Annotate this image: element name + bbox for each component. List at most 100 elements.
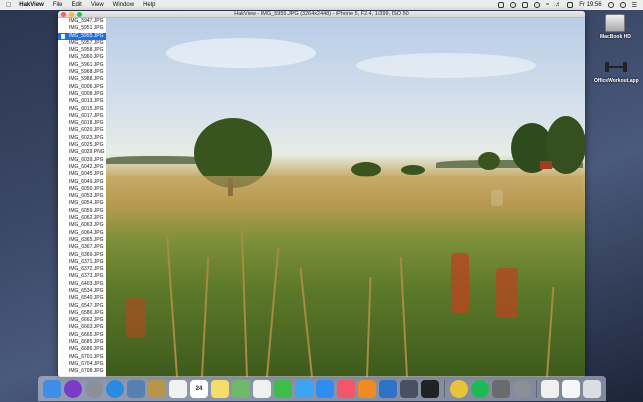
chrome-icon[interactable] — [449, 379, 468, 398]
file-list-item[interactable]: IMG_6023.JPG — [58, 135, 106, 142]
file-list-item[interactable]: IMG_6050.JPG — [58, 186, 106, 193]
calendar-icon[interactable]: 24 — [190, 379, 208, 398]
menu-app-name[interactable]: HakView — [19, 2, 44, 8]
file-list-item[interactable]: IMG_6372.JPG — [58, 266, 106, 273]
file-list-item[interactable]: IMG_6006.JPG — [58, 84, 106, 91]
menubar:  HakView File Edit View Window Help ≈ ♬… — [0, 0, 643, 10]
photo-view[interactable] — [106, 18, 585, 377]
file-list-item[interactable]: IMG_6371.JPG — [58, 259, 106, 266]
terminal-icon[interactable] — [421, 379, 439, 398]
apple-menu-icon[interactable]:  — [6, 2, 11, 9]
file-list-item[interactable]: IMG_5960.JPG — [58, 54, 106, 61]
user-icon[interactable] — [619, 2, 626, 8]
display-icon[interactable] — [521, 2, 528, 8]
file-list-item[interactable]: IMG_6039.JPG — [58, 157, 106, 164]
finder-icon[interactable] — [43, 379, 61, 398]
app-store-icon[interactable] — [316, 379, 334, 398]
file-list-item[interactable]: IMG_6373.JPG — [58, 273, 106, 280]
file-list-item[interactable]: IMG_6020.JPG — [58, 127, 106, 134]
desktop-icon-label: OfficeWorkout.app — [594, 78, 639, 84]
file-list-item[interactable]: IMG_6663.JPG — [58, 324, 106, 331]
file-list-item[interactable]: IMG_5968.JPG — [58, 69, 106, 76]
file-list-item[interactable]: IMG_6685.JPG — [58, 339, 106, 346]
file-list-item[interactable]: IMG_6708.JPG — [58, 368, 106, 375]
siri-icon[interactable] — [64, 379, 82, 398]
bluetooth-icon[interactable] — [533, 2, 540, 8]
notefile-icon[interactable] — [148, 379, 166, 398]
file-list-item[interactable]: IMG_5951.JPG — [58, 25, 106, 32]
file-list-item[interactable]: IMG_6063.JPG — [58, 222, 106, 229]
photos-icon[interactable] — [253, 379, 271, 398]
downloads-icon[interactable] — [562, 379, 580, 398]
file-list-item[interactable]: IMG_6540.JPG — [58, 295, 106, 302]
file-list-item[interactable]: IMG_6367.JPG — [58, 244, 106, 251]
desktop-icon-macbook-hd[interactable]: MacBook HD — [600, 14, 631, 40]
file-list-item[interactable]: IMG_6064.JPG — [58, 230, 106, 237]
spotify-icon[interactable] — [470, 379, 489, 398]
file-list-item[interactable]: IMG_6662.JPG — [58, 317, 106, 324]
preview-icon[interactable] — [127, 379, 145, 398]
menu-help[interactable]: Help — [143, 2, 155, 8]
volume-icon[interactable]: ♬ — [555, 2, 561, 8]
file-list-item[interactable]: IMG_5988.JPG — [58, 76, 106, 83]
file-list-item[interactable]: IMG_6042.JPG — [58, 164, 106, 171]
file-list-item[interactable]: IMG_6053.JPG — [58, 193, 106, 200]
file-list-item[interactable]: IMG_6704.JPG — [58, 361, 106, 368]
spotlight-search-icon[interactable] — [607, 2, 614, 8]
menu-view[interactable]: View — [91, 2, 104, 8]
file-list-item[interactable]: IMG_5961.JPG — [58, 62, 106, 69]
file-list-item[interactable]: IMG_6017.JPG — [58, 113, 106, 120]
notes-icon[interactable] — [211, 379, 229, 398]
reminders-icon[interactable] — [169, 379, 187, 398]
menubar-extra-icon[interactable] — [497, 2, 504, 8]
file-list-item[interactable]: IMG_6054.JPG — [58, 200, 106, 207]
system-preferences-icon[interactable] — [512, 379, 531, 398]
title-bar[interactable]: HakView - IMG_5955.JPG (3264x2448) - iPh… — [58, 11, 585, 18]
launchpad-icon[interactable] — [85, 379, 103, 398]
file-list-item[interactable]: IMG_5958.JPG — [58, 47, 106, 54]
menu-edit[interactable]: Edit — [72, 2, 82, 8]
time-machine-icon[interactable] — [509, 2, 516, 8]
menu-file[interactable]: File — [53, 2, 63, 8]
facetime-icon[interactable] — [274, 379, 292, 398]
file-list[interactable]: IMG_5947.JPG IMG_5951.JPG IMG_5955.JPG IMG_… — [58, 18, 106, 377]
simulator-icon[interactable] — [400, 379, 418, 398]
file-list-item[interactable]: IMG_6701.JPG — [58, 354, 106, 361]
file-list-item[interactable]: IMG_6008.JPG — [58, 91, 106, 98]
file-list-item[interactable]: IMG_6665.JPG — [58, 332, 106, 339]
file-list-item[interactable]: IMG_6062.JPG — [58, 215, 106, 222]
file-list-item[interactable]: IMG_6059.JPG — [58, 208, 106, 215]
menu-window[interactable]: Window — [113, 2, 134, 8]
notification-center-icon[interactable]: ☰ — [632, 2, 637, 9]
file-list-item[interactable]: IMG_6686.JPG — [58, 346, 106, 353]
messages-icon[interactable] — [295, 379, 313, 398]
file-list-item[interactable]: IMG_5955.JPG — [58, 32, 106, 40]
file-list-item[interactable]: IMG_6586.JPG — [58, 310, 106, 317]
file-list-item[interactable]: IMG_5947.JPG — [58, 18, 106, 25]
photo-app-icon[interactable] — [491, 379, 510, 398]
wifi-icon[interactable]: ≈ — [546, 2, 549, 8]
music-icon[interactable] — [337, 379, 355, 398]
file-list-item[interactable]: IMG_6013.JPG — [58, 98, 106, 105]
file-list-item[interactable]: IMG_5957.JPG — [58, 40, 106, 47]
battery-icon[interactable] — [567, 2, 574, 8]
file-list-item[interactable]: IMG_6365.JPG — [58, 237, 106, 244]
file-list-item[interactable]: IMG_6049.JPG — [58, 179, 106, 186]
document-icon[interactable] — [541, 379, 559, 398]
file-list-item[interactable]: IMG_6045.JPG — [58, 171, 106, 178]
file-list-item[interactable]: IMG_6534.JPG — [58, 288, 106, 295]
books-icon[interactable] — [358, 379, 376, 398]
file-list-item[interactable]: IMG_6025.JPG — [58, 142, 106, 149]
maps-icon[interactable] — [232, 379, 250, 398]
xcode-icon[interactable] — [379, 379, 397, 398]
clock[interactable]: Fr 19:56 — [579, 2, 601, 8]
file-list-item[interactable]: IMG_6018.JPG — [58, 120, 106, 127]
file-list-item[interactable]: IMG_6547.JPG — [58, 303, 106, 310]
safari-icon[interactable] — [106, 379, 124, 398]
file-list-item[interactable]: IMG_6015.JPG — [58, 106, 106, 113]
file-list-item[interactable]: IMG_6403.JPG — [58, 281, 106, 288]
desktop-icon-officeworkout[interactable]: OfficeWorkout.app — [594, 58, 639, 84]
file-list-item[interactable]: IMG_6029.PNG — [58, 149, 106, 156]
trash-icon[interactable] — [583, 379, 601, 398]
file-list-item[interactable]: IMG_6369.JPG — [58, 252, 106, 259]
